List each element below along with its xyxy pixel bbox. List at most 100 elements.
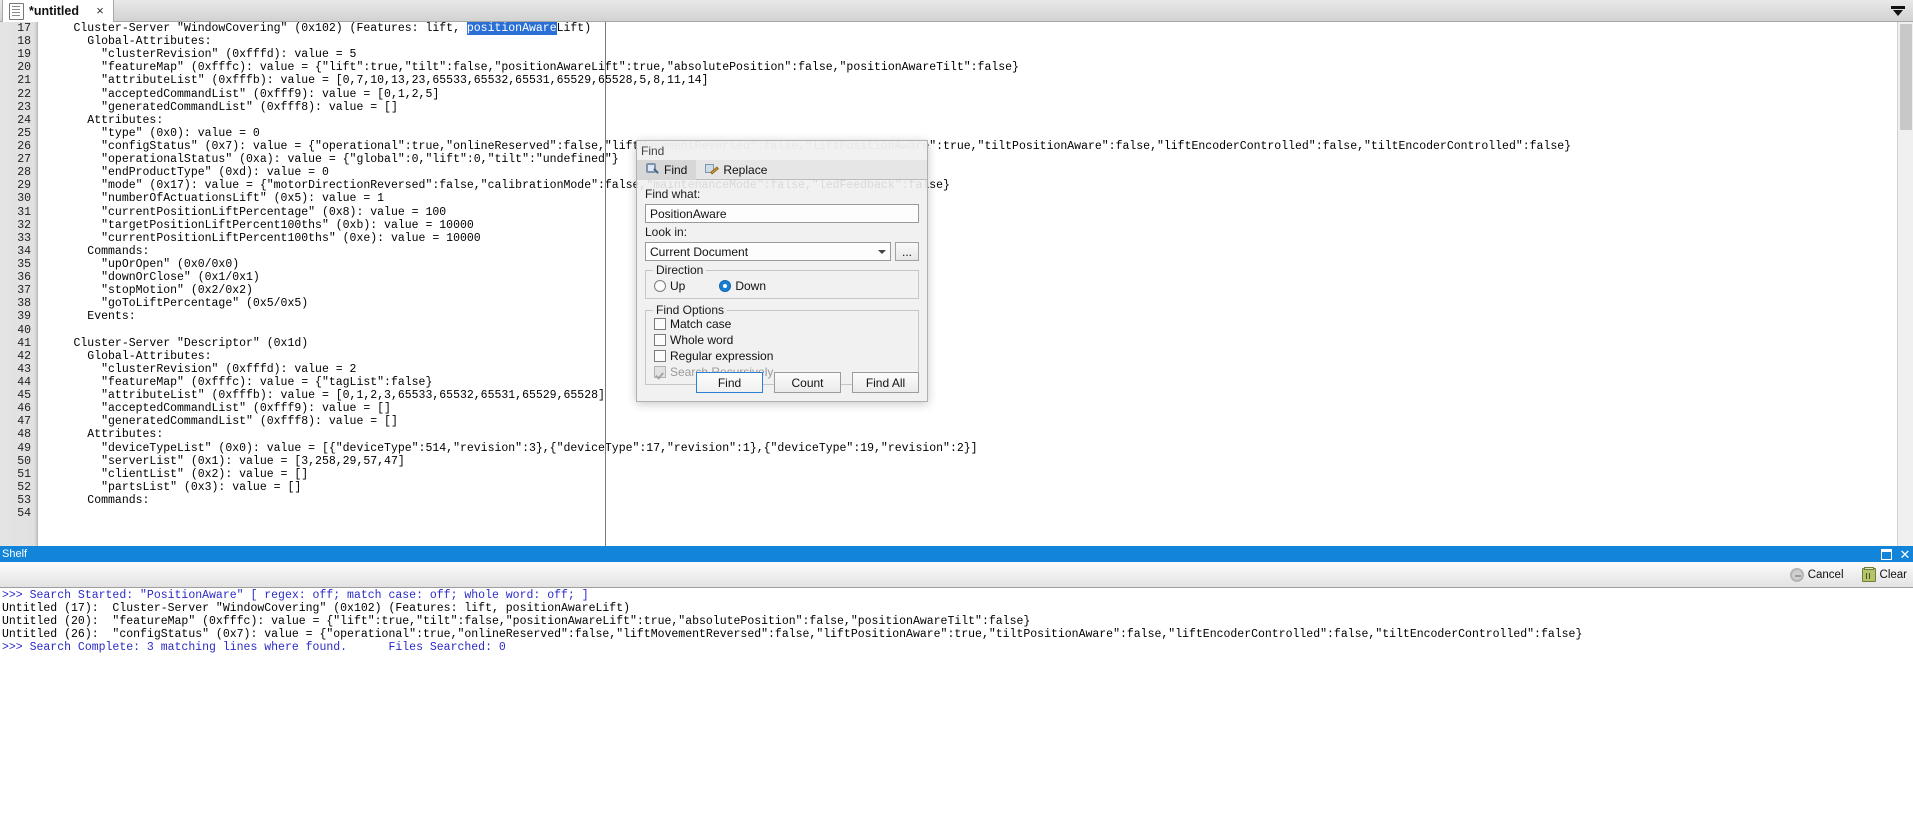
code-line: "attributeList" (0xfffb): value = [0,1,2… xyxy=(39,389,605,403)
radio-down-indicator xyxy=(719,280,732,292)
checkbox-regular-expression-label: Regular expression xyxy=(670,349,774,363)
line-number: 19 xyxy=(17,48,31,62)
line-number: 43 xyxy=(17,362,31,376)
line-number: 36 xyxy=(17,271,31,285)
shelf-panel: Shelf ✕ Cancel Clear >>> Search Started:… xyxy=(0,546,1913,816)
replace-icon xyxy=(705,163,719,177)
document-icon xyxy=(9,2,24,20)
code-line: Commands: xyxy=(39,493,150,507)
count-button[interactable]: Count xyxy=(774,372,841,393)
find-dialog-title-bar[interactable]: Find xyxy=(637,141,927,160)
code-line: "endProductType" (0xd): value = 0 xyxy=(39,166,329,180)
shelf-toolbar: Cancel Clear xyxy=(0,562,1913,588)
line-number: 47 xyxy=(17,415,31,429)
code-line: "mode" (0x17): value = {"motorDirectionR… xyxy=(39,179,950,193)
look-in-value: Current Document xyxy=(650,244,749,259)
output-line: Untitled (26): "configStatus" (0x7): val… xyxy=(2,628,1583,642)
chevron-down-icon[interactable] xyxy=(1891,4,1905,18)
find-icon xyxy=(646,162,660,177)
find-button[interactable]: Find xyxy=(696,372,763,393)
line-number: 22 xyxy=(17,87,31,101)
close-icon[interactable]: ✕ xyxy=(1899,548,1911,561)
line-number: 27 xyxy=(17,153,31,167)
code-line: "partsList" (0x3): value = [] xyxy=(39,480,302,494)
code-line: "downOrClose" (0x1/0x1) xyxy=(39,271,260,285)
find-options-legend: Find Options xyxy=(653,303,728,317)
tab-find-label: Find xyxy=(664,162,688,177)
clear-button-label: Clear xyxy=(1879,568,1907,581)
line-number: 34 xyxy=(17,244,31,258)
tab-replace[interactable]: Replace xyxy=(696,160,776,180)
tab-find[interactable]: Find xyxy=(637,159,697,180)
checkbox-regular-expression[interactable]: Regular expression xyxy=(654,349,910,363)
shelf-title-label: Shelf xyxy=(2,548,28,560)
code-line: "clientList" (0x2): value = [] xyxy=(39,467,309,481)
output-line: >>> Search Started: "PositionAware" [ re… xyxy=(2,589,589,602)
code-line: "generatedCommandList" (0xfff8): value =… xyxy=(39,415,398,429)
checkbox-whole-word-box xyxy=(654,334,666,346)
find-all-button[interactable]: Find All xyxy=(852,372,919,393)
output-line: Untitled (20): "featureMap" (0xfffc): va… xyxy=(2,615,1031,629)
checkbox-whole-word[interactable]: Whole word xyxy=(654,333,910,347)
radio-down-label: Down xyxy=(735,279,767,293)
radio-down[interactable]: Down xyxy=(719,279,766,293)
code-line: "currentPositionLiftPercentage" (0x8): v… xyxy=(39,205,447,219)
editor-vertical-scrollbar[interactable] xyxy=(1897,22,1913,546)
shelf-output[interactable]: >>> Search Started: "PositionAware" [ re… xyxy=(0,589,1913,816)
code-line: Attributes: xyxy=(39,113,164,127)
cancel-button[interactable]: Cancel xyxy=(1789,567,1844,582)
look-in-select[interactable]: Current Document xyxy=(645,242,891,261)
code-line: "deviceTypeList" (0x0): value = [{"devic… xyxy=(39,441,978,455)
line-number: 17 xyxy=(17,22,31,35)
code-line: "acceptedCommandList" (0xfff9): value = … xyxy=(39,402,391,416)
line-number: 45 xyxy=(17,389,31,403)
direction-group: Direction Up Down xyxy=(645,263,919,299)
code-line: Cluster-Server "WindowCovering" (0x102) … xyxy=(39,22,592,35)
code-text-area[interactable]: Cluster-Server "WindowCovering" (0x102) … xyxy=(39,22,1897,546)
find-dialog-title: Find xyxy=(641,143,665,158)
cancel-icon xyxy=(1789,567,1804,582)
code-line: Attributes: xyxy=(39,428,164,442)
code-line: "currentPositionLiftPercent100ths" (0xe)… xyxy=(39,231,481,245)
line-number: 26 xyxy=(17,139,31,153)
maximize-icon[interactable] xyxy=(1881,548,1892,560)
line-number: 20 xyxy=(17,61,31,75)
line-number: 39 xyxy=(17,310,31,324)
find-what-input[interactable] xyxy=(645,204,919,223)
find-dialog-buttons: Find Count Find All xyxy=(645,372,919,393)
close-icon[interactable]: × xyxy=(93,4,107,18)
find-dialog[interactable]: Find Find Replace Find what: Look in: Cu… xyxy=(636,140,928,402)
browse-button[interactable]: ... xyxy=(895,242,919,261)
line-number: 48 xyxy=(17,428,31,442)
tab-untitled[interactable]: *untitled × xyxy=(2,0,114,22)
radio-up[interactable]: Up xyxy=(654,279,685,293)
line-number: 30 xyxy=(17,192,31,206)
find-dialog-body: Find what: Look in: Current Document ...… xyxy=(637,180,927,401)
line-number: 37 xyxy=(17,284,31,298)
line-number: 18 xyxy=(17,35,31,49)
output-line: >>> Search Complete: 3 matching lines wh… xyxy=(2,641,506,655)
code-line: "featureMap" (0xfffc): value = {"tagList… xyxy=(39,375,433,389)
code-line: "operationalStatus" (0xa): value = {"glo… xyxy=(39,153,619,167)
clear-button[interactable]: Clear xyxy=(1861,566,1907,582)
cancel-button-label: Cancel xyxy=(1807,568,1844,581)
code-line: Global-Attributes: xyxy=(39,349,212,363)
code-editor[interactable]: 17 18 19 20 21 22 23 24 25 26 27 28 29 30 31 32 33 34 35 36… xyxy=(0,22,1913,546)
line-number: 42 xyxy=(17,349,31,363)
code-line: Commands: xyxy=(39,244,150,258)
code-line: "numberOfActuationsLift" (0x5): value = … xyxy=(39,192,385,206)
radio-up-indicator xyxy=(654,280,666,292)
line-number: 32 xyxy=(17,218,31,232)
chevron-down-icon xyxy=(878,249,886,254)
selected-text: positionAware xyxy=(466,22,557,35)
checkbox-match-case[interactable]: Match case xyxy=(654,317,910,331)
code-line: Events: xyxy=(39,310,136,324)
checkbox-regular-expression-box xyxy=(654,350,666,362)
radio-up-label: Up xyxy=(670,279,686,293)
scrollbar-thumb[interactable] xyxy=(1900,24,1912,130)
line-number: 52 xyxy=(17,480,31,494)
checkbox-whole-word-label: Whole word xyxy=(670,333,734,347)
line-number: 29 xyxy=(17,179,31,193)
look-in-label: Look in: xyxy=(645,225,688,239)
